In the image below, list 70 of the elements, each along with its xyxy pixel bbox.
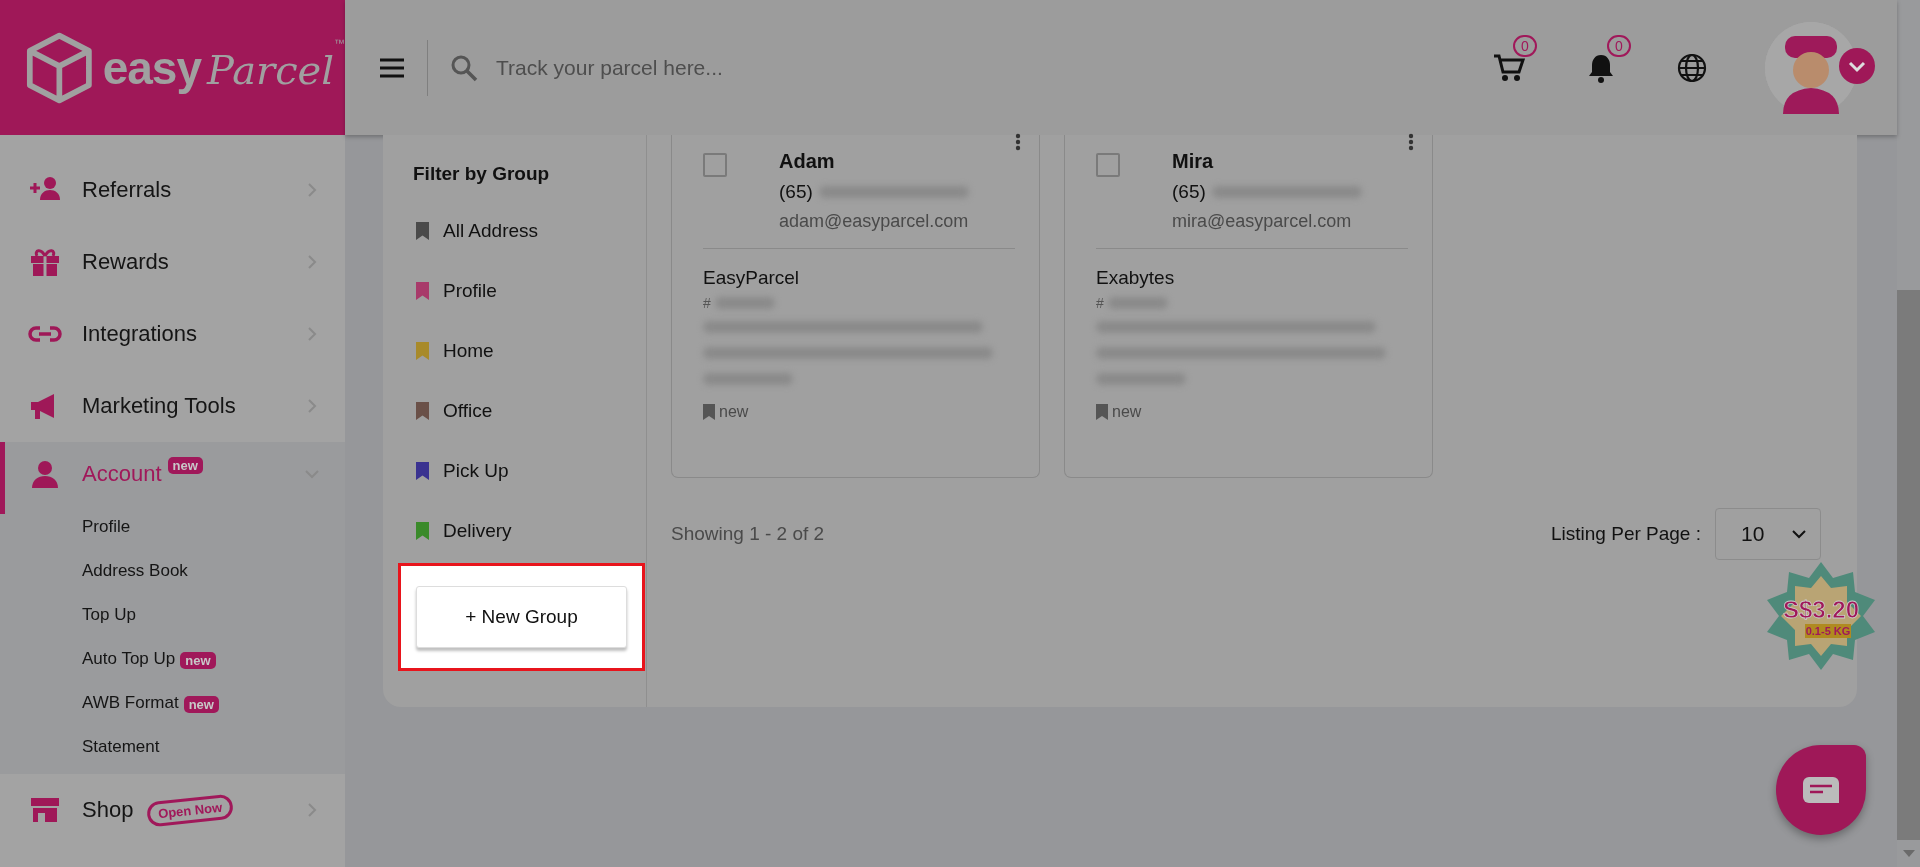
per-page-select[interactable]: 10 — [1715, 508, 1821, 560]
bookmark-icon — [416, 522, 429, 540]
new-group-button[interactable]: + New Group — [416, 586, 627, 648]
new-badge: new — [167, 457, 203, 474]
group-filter-item[interactable]: Delivery — [443, 520, 512, 542]
more-options-icon[interactable] — [1408, 133, 1414, 151]
chevron-down-icon — [1792, 529, 1806, 539]
gift-icon — [28, 246, 62, 278]
group-tag: new — [719, 403, 749, 421]
menu-icon[interactable] — [379, 57, 405, 78]
bookmark-icon — [416, 282, 429, 300]
new-badge: new — [180, 651, 216, 669]
search-icon — [450, 53, 478, 82]
chevron-right-icon[interactable] — [305, 327, 319, 341]
bookmark-icon — [703, 404, 715, 420]
submenu-item[interactable]: Profile — [82, 517, 131, 537]
results-summary: Showing 1 - 2 of 2 — [671, 523, 826, 545]
scrollbar-thumb[interactable] — [1897, 290, 1920, 840]
brand-name: easyParcel ™ — [102, 40, 345, 95]
contact-name: Mira — [1172, 150, 1215, 173]
cart-icon[interactable] — [1493, 52, 1525, 83]
chat-bubble-icon — [1803, 777, 1839, 803]
sidebar-item[interactable]: Marketing Tools — [82, 393, 236, 419]
filter-title: Filter by Group — [413, 163, 551, 186]
checkbox[interactable] — [703, 153, 727, 177]
bookmark-icon — [416, 222, 429, 240]
scroll-down-arrow-icon[interactable] — [1902, 850, 1915, 857]
cart-count: 0 — [1513, 34, 1537, 57]
chevron-right-icon[interactable] — [305, 255, 319, 269]
sidebar-item[interactable]: Integrations — [82, 321, 197, 347]
contact-email: mira@easyparcel.com — [1172, 211, 1353, 232]
sidebar-item[interactable]: Referrals — [82, 177, 172, 203]
group-filter-item[interactable]: Profile — [443, 280, 497, 302]
per-page-label: Listing Per Page : — [1551, 523, 1701, 545]
globe-icon[interactable] — [1677, 52, 1707, 83]
chevron-right-icon[interactable] — [305, 183, 319, 197]
new-badge: new — [183, 695, 219, 713]
phone-prefix: (65) — [1172, 181, 1206, 203]
group-filter-item[interactable]: All Address — [443, 220, 539, 242]
submenu-item[interactable]: Top Up — [82, 605, 136, 625]
more-options-icon[interactable] — [1015, 133, 1021, 151]
bookmark-icon — [1096, 404, 1108, 420]
submenu-item[interactable]: Address Book — [82, 561, 188, 581]
submenu-item[interactable]: AWB Format — [82, 693, 179, 713]
bookmark-icon — [416, 342, 429, 360]
sidebar-item[interactable]: Shop — [82, 797, 134, 823]
company-name: EasyParcel — [703, 267, 801, 289]
account-menu-chevron-icon[interactable] — [1839, 47, 1875, 84]
notification-count: 0 — [1607, 34, 1631, 57]
group-filter-item[interactable]: Office — [443, 400, 493, 422]
chevron-right-icon[interactable] — [305, 803, 319, 817]
phone-prefix: (65) — [779, 181, 813, 203]
group-filter-item[interactable]: Home — [443, 340, 494, 362]
reference-prefix: # — [703, 295, 711, 311]
bell-icon[interactable] — [1587, 52, 1615, 83]
submenu-item[interactable]: Statement — [82, 737, 160, 757]
sidebar-item[interactable]: Rewards — [82, 249, 169, 275]
contact-email: adam@easyparcel.com — [779, 211, 969, 232]
contact-name: Adam — [779, 150, 836, 173]
checkbox[interactable] — [1096, 153, 1120, 177]
submenu-item[interactable]: Auto Top Up — [82, 649, 176, 669]
company-name: Exabytes — [1096, 267, 1176, 289]
bookmark-icon — [416, 462, 429, 480]
group-tag: new — [1112, 403, 1142, 421]
chat-button[interactable] — [1776, 745, 1866, 835]
bookmark-icon — [416, 402, 429, 420]
reference-prefix: # — [1096, 295, 1104, 311]
group-filter-item[interactable]: Pick Up — [443, 460, 509, 482]
chevron-right-icon[interactable] — [305, 399, 319, 413]
open-now-badge: Open Now — [146, 793, 235, 827]
